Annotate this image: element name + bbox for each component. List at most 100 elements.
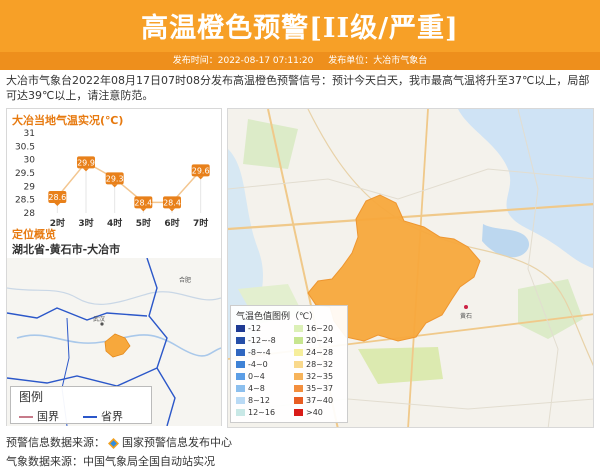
city-label-huangshi: 黄石 bbox=[460, 312, 472, 320]
color-swatch bbox=[294, 385, 303, 392]
color-swatch bbox=[294, 373, 303, 380]
national-border-line-icon bbox=[19, 416, 33, 418]
temp-legend-label: -4~0 bbox=[248, 360, 268, 369]
weather-source-line: 气象数据来源：中国气象局全国自动站实况 bbox=[6, 455, 215, 468]
temp-legend-label: 12~16 bbox=[248, 408, 276, 417]
temp-legend-label: >40 bbox=[306, 408, 323, 417]
warning-center-logo-icon bbox=[108, 437, 119, 449]
color-swatch bbox=[236, 325, 245, 332]
data-point-label: 28.6 bbox=[48, 191, 67, 206]
x-tick-label: 5时 bbox=[136, 217, 151, 229]
x-tick-label: 4时 bbox=[107, 217, 122, 229]
y-tick-label: 29 bbox=[24, 182, 36, 192]
color-swatch bbox=[236, 397, 245, 404]
temp-color-legend: 气温色值图例（℃） -12 -12~-8 -8~-4 -4~0 0~4 4~8 8~12 12… bbox=[230, 305, 348, 423]
temp-legend-item: 37~40 bbox=[294, 395, 333, 406]
color-swatch bbox=[294, 325, 303, 332]
color-swatch bbox=[294, 337, 303, 344]
publish-meta-bar: 发布时间：2022-08-17 07:11:20 发布单位：大冶市气象台 bbox=[0, 52, 600, 70]
legend-provincial-border: 省界 bbox=[83, 408, 123, 424]
data-value-text: 29.6 bbox=[192, 166, 210, 175]
temp-legend-label: 32~35 bbox=[306, 372, 334, 381]
temp-series-line bbox=[56, 161, 202, 204]
temp-legend-item: 16~20 bbox=[294, 323, 333, 334]
temp-legend-label: 35~37 bbox=[306, 384, 334, 393]
legend-national-border: 国界 bbox=[19, 408, 59, 424]
temp-legend-item: 4~8 bbox=[236, 383, 265, 394]
temp-legend-item: 12~16 bbox=[236, 407, 275, 418]
temp-legend-label: 20~24 bbox=[306, 336, 334, 345]
temp-legend-label: 8~12 bbox=[248, 396, 270, 405]
y-axis: 31 30.5 30 29.5 29 28.5 28 bbox=[15, 129, 35, 219]
temp-legend-label: -8~-4 bbox=[248, 348, 271, 357]
color-swatch bbox=[236, 361, 245, 368]
temp-legend-item: >40 bbox=[294, 407, 323, 418]
temp-legend-item: 32~35 bbox=[294, 371, 333, 382]
temp-legend-label: 0~4 bbox=[248, 372, 265, 381]
x-tick-label: 3时 bbox=[78, 217, 93, 229]
temp-legend-item: 28~32 bbox=[294, 359, 333, 370]
color-swatch bbox=[294, 361, 303, 368]
temp-legend-item: -4~0 bbox=[236, 359, 268, 370]
temp-legend-label: 24~28 bbox=[306, 348, 334, 357]
color-swatch bbox=[294, 409, 303, 416]
color-swatch bbox=[236, 385, 245, 392]
temp-legend-item: 0~4 bbox=[236, 371, 265, 382]
data-point-label: 28.4 bbox=[134, 196, 153, 212]
data-labels: 28.6 29.9 29.3 28.4 28.4 29.6 bbox=[48, 156, 210, 212]
overview-legend-title: 图例 bbox=[19, 390, 44, 404]
publisher: 发布单位：大冶市气象台 bbox=[328, 56, 428, 66]
overview-map-legend: 图例 国界 省界 bbox=[10, 386, 152, 424]
x-axis: 2时 3时 4时 5时 6时 7时 bbox=[50, 217, 209, 229]
temp-legend-label: 28~32 bbox=[306, 360, 334, 369]
publish-time: 发布时间：2022-08-17 07:11:20 bbox=[172, 56, 314, 66]
left-panel: 大冶当地气温实况(℃) 31 30.5 30 29.5 29 28.5 28 2时 3时 4时 5… bbox=[6, 108, 222, 426]
temp-legend-title: 气温色值图例（℃） bbox=[236, 312, 319, 322]
temp-legend-label: -12 bbox=[248, 324, 262, 333]
local-temp-chart: 3130.53029.52928.528 2时 3时 4时 5时 6时 7时 28.629… bbox=[15, 129, 210, 229]
temp-legend-label: 16~20 bbox=[306, 324, 334, 333]
color-swatch bbox=[236, 337, 245, 344]
color-swatch bbox=[236, 349, 245, 356]
city-label-hefei: 合肥 bbox=[179, 276, 191, 284]
city-label-wuhan: 武汉 bbox=[93, 315, 105, 323]
x-tick-label: 6时 bbox=[164, 217, 179, 229]
color-swatch bbox=[236, 409, 245, 416]
color-swatch bbox=[294, 349, 303, 356]
color-swatch bbox=[294, 397, 303, 404]
data-value-text: 28.6 bbox=[48, 193, 66, 202]
data-value-text: 28.4 bbox=[163, 198, 181, 207]
warning-description: 大冶市气象台2022年08月17日07时08分发布高温橙色预警信号：预计今天白天… bbox=[6, 74, 590, 102]
temp-legend-item: 35~37 bbox=[294, 383, 333, 394]
x-tick-label: 7时 bbox=[193, 217, 208, 229]
warning-title: 高温橙色预警[II级/严重] bbox=[141, 13, 459, 44]
data-point-label: 28.4 bbox=[163, 196, 181, 212]
temp-legend-item: 20~24 bbox=[294, 335, 333, 346]
data-value-text: 29.3 bbox=[106, 174, 124, 183]
temp-legend-item: 8~12 bbox=[236, 395, 270, 406]
location-title: 定位概览 bbox=[12, 228, 56, 241]
warning-banner: 高温橙色预警[II级/严重] bbox=[0, 0, 600, 52]
color-swatch bbox=[236, 373, 245, 380]
y-tick-label: 28 bbox=[24, 209, 36, 219]
temp-legend-item: -12~-8 bbox=[236, 335, 276, 346]
data-point-label: 29.3 bbox=[105, 172, 124, 188]
y-tick-label: 29.5 bbox=[15, 169, 35, 179]
y-tick-label: 30 bbox=[24, 156, 36, 166]
temp-legend-label: -12~-8 bbox=[248, 336, 276, 345]
warning-source-name[interactable]: 国家预警信息发布中心 bbox=[122, 436, 232, 449]
data-value-text: 29.9 bbox=[77, 158, 95, 167]
temp-legend-label: 37~40 bbox=[306, 396, 334, 405]
temp-legend-label: 4~8 bbox=[248, 384, 265, 393]
location-region: 湖北省-黄石市-大冶市 bbox=[12, 243, 121, 256]
y-tick-label: 28.5 bbox=[15, 196, 35, 206]
provincial-border-line-icon bbox=[83, 416, 97, 418]
temp-legend-item: 24~28 bbox=[294, 347, 333, 358]
y-tick-label: 30.5 bbox=[15, 142, 35, 152]
warning-source-line: 预警信息数据来源： 国家预警信息发布中心 bbox=[6, 436, 232, 449]
local-temp-title: 大冶当地气温实况(℃) bbox=[12, 114, 124, 127]
temp-legend-item: -8~-4 bbox=[236, 347, 271, 358]
temp-legend-item: -12 bbox=[236, 323, 261, 334]
data-value-text: 28.4 bbox=[134, 198, 152, 207]
y-tick-label: 31 bbox=[24, 129, 35, 139]
